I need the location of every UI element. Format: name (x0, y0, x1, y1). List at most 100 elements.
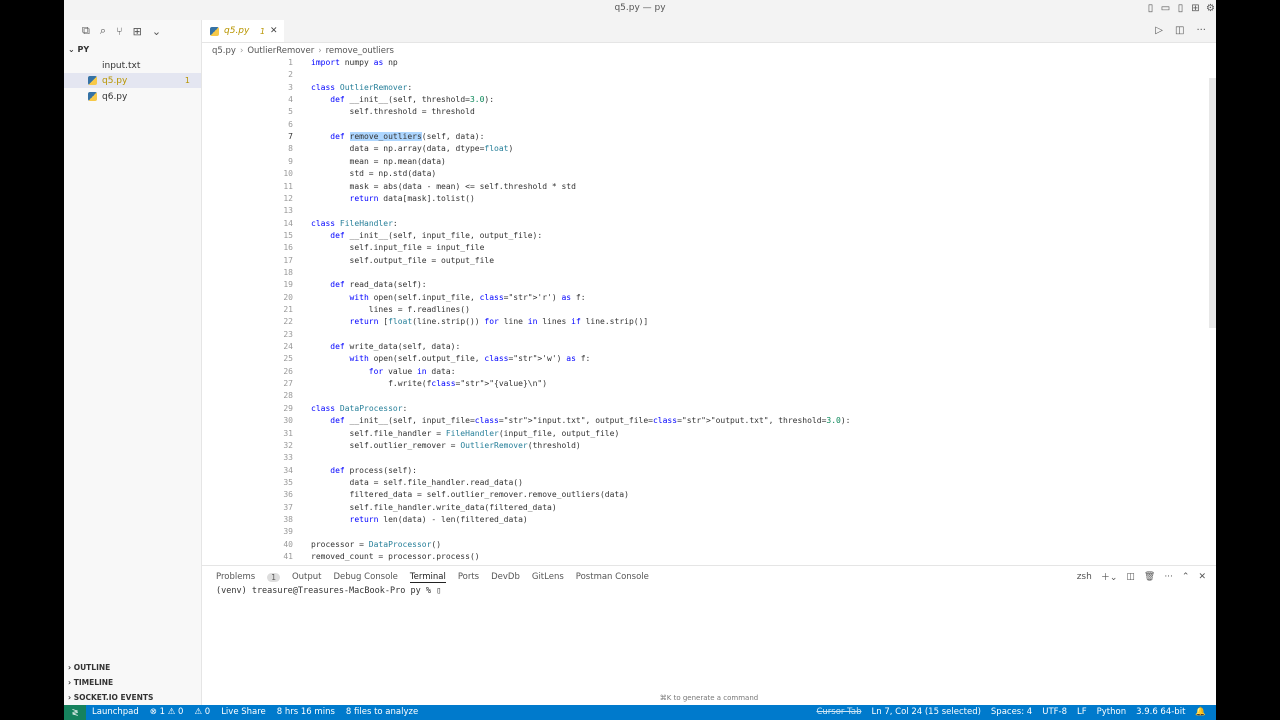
trash-icon[interactable]: 🗑 (1144, 572, 1155, 582)
code-line[interactable]: 2 (202, 70, 1202, 82)
code-line[interactable]: 38 return len(data) - len(filtered_data) (202, 515, 1202, 527)
code-line[interactable]: 16 self.input_file = input_file (202, 243, 1202, 255)
status-item-right-2[interactable]: UTF-8 (1042, 707, 1067, 717)
status-item-left-3[interactable]: Live Share (221, 707, 266, 717)
code-line[interactable]: 1 import numpy as np (202, 58, 1202, 70)
code-line[interactable]: 7 def remove_outliers(self, data): (202, 132, 1202, 144)
toggle-sidebar-icon[interactable]: ▯ (1145, 3, 1156, 14)
bell-icon[interactable]: 🔔 (1195, 707, 1206, 717)
outline-section[interactable]: › OUTLINE (68, 663, 110, 672)
code-line[interactable]: 14 class FileHandler: (202, 219, 1202, 231)
close-icon[interactable]: ✕ (270, 26, 278, 36)
layout-icon[interactable]: ⊞ (1190, 3, 1201, 14)
search-icon[interactable]: ⌕ (100, 24, 106, 38)
status-item-left-4[interactable]: 8 hrs 16 mins (277, 707, 335, 717)
code-line[interactable]: 25 with open(self.output_file, class="st… (202, 354, 1202, 366)
code-line[interactable]: 11 mask = abs(data - mean) <= self.thres… (202, 182, 1202, 194)
code-line[interactable]: 4 def __init__(self, threshold=3.0): (202, 95, 1202, 107)
code-line[interactable]: 23 (202, 330, 1202, 342)
panel-tab-debug-console[interactable]: Debug Console (334, 572, 398, 582)
toggle-secondary-sidebar-icon[interactable]: ▯ (1175, 3, 1186, 14)
code-line[interactable]: 34 def process(self): (202, 466, 1202, 478)
code-line[interactable]: 18 (202, 268, 1202, 280)
split-editor-icon[interactable]: ◫ (1175, 25, 1184, 36)
socketio-events-section[interactable]: › SOCKET.IO EVENTS (68, 693, 153, 702)
file-input-txt[interactable]: input.txt (64, 58, 201, 73)
code-line[interactable]: 26 for value in data: (202, 367, 1202, 379)
cursor-tab-status[interactable]: Cursor Tab (816, 707, 861, 717)
panel-tab-gitlens[interactable]: GitLens (532, 572, 564, 582)
code-line[interactable]: 35 data = self.file_handler.read_data() (202, 478, 1202, 490)
code-line[interactable]: 21 lines = f.readlines() (202, 305, 1202, 317)
code-line[interactable]: 32 self.outlier_remover = OutlierRemover… (202, 441, 1202, 453)
status-item-left-5[interactable]: 8 files to analyze (346, 707, 418, 717)
settings-gear-icon[interactable]: ⚙ (1205, 3, 1216, 14)
code-line[interactable]: 19 def read_data(self): (202, 280, 1202, 292)
panel-tab-ports[interactable]: Ports (458, 572, 479, 582)
breadcrumb-file[interactable]: q5.py (212, 46, 236, 56)
code-line[interactable]: 13 (202, 206, 1202, 218)
toggle-panel-icon[interactable]: ▭ (1160, 3, 1171, 14)
panel-tab-devdb[interactable]: DevDb (491, 572, 520, 582)
code-line[interactable]: 41 removed_count = processor.process() (202, 552, 1202, 561)
code-line[interactable]: 29 class DataProcessor: (202, 404, 1202, 416)
code-editor[interactable]: 1 import numpy as np 2 3 class OutlierRemove… (202, 58, 1202, 561)
add-terminal-icon[interactable]: ＋⌄ (1101, 570, 1118, 583)
code-line[interactable]: 22 return [float(line.strip()) for line … (202, 317, 1202, 329)
code-line[interactable]: 31 self.file_handler = FileHandler(input… (202, 429, 1202, 441)
status-item-right-4[interactable]: Python (1097, 707, 1126, 717)
code-line[interactable]: 27 f.write(fclass="str">"{value}\n") (202, 379, 1202, 391)
code-line[interactable]: 39 (202, 527, 1202, 539)
folder-py[interactable]: ⌄ PY (68, 45, 89, 54)
terminal[interactable]: (venv) treasure@Treasures-MacBook-Pro py… (216, 586, 441, 596)
code-line[interactable]: 20 with open(self.input_file, class="str… (202, 293, 1202, 305)
close-panel-icon[interactable]: ✕ (1198, 572, 1206, 582)
code-line[interactable]: 3 class OutlierRemover: (202, 83, 1202, 95)
more-actions-icon[interactable]: ··· (1164, 572, 1173, 582)
code-line[interactable]: 36 filtered_data = self.outlier_remover.… (202, 490, 1202, 502)
terminal-shell-label[interactable]: zsh (1077, 572, 1092, 582)
run-icon[interactable]: ▷ (1155, 25, 1163, 36)
status-item-left-0[interactable]: Launchpad (92, 707, 139, 717)
more-actions-icon[interactable]: ··· (1196, 25, 1206, 36)
breadcrumb-class[interactable]: OutlierRemover (247, 46, 314, 56)
code-line[interactable]: 24 def write_data(self, data): (202, 342, 1202, 354)
panel-tab-output[interactable]: Output (292, 572, 322, 582)
code-line[interactable]: 8 data = np.array(data, dtype=float) (202, 144, 1202, 156)
file-q5-py[interactable]: q5.py 1 (64, 73, 201, 88)
code-line[interactable]: 9 mean = np.mean(data) (202, 157, 1202, 169)
chevron-down-icon[interactable]: ⌄ (152, 25, 161, 38)
tab-q5-py[interactable]: q5.py 1 ✕ (202, 20, 284, 42)
terminal-cursor: ▯ (436, 586, 442, 596)
panel-tab-problems[interactable]: Problems (216, 572, 255, 582)
code-line[interactable]: 40 processor = DataProcessor() (202, 540, 1202, 552)
panel-tab-terminal[interactable]: Terminal (409, 572, 446, 583)
breadcrumb-method[interactable]: remove_outliers (326, 46, 394, 56)
status-item-right-5[interactable]: 3.9.6 64-bit (1136, 707, 1185, 717)
file-q6-py[interactable]: q6.py (64, 89, 201, 104)
remote-icon[interactable]: ≷ (64, 705, 86, 720)
code-line[interactable]: 33 (202, 453, 1202, 465)
files-icon[interactable]: ⧉ (82, 24, 90, 38)
code-line[interactable]: 6 (202, 120, 1202, 132)
code-line[interactable]: 5 self.threshold = threshold (202, 107, 1202, 119)
split-terminal-icon[interactable]: ◫ (1126, 572, 1135, 582)
status-item-right-3[interactable]: LF (1077, 707, 1087, 717)
maximize-panel-icon[interactable]: ⌃ (1182, 572, 1190, 582)
timeline-section[interactable]: › TIMELINE (68, 678, 113, 687)
code-line[interactable]: 12 return data[mask].tolist() (202, 194, 1202, 206)
source-control-icon[interactable]: ⑂ (116, 25, 123, 38)
status-item-right-0[interactable]: Ln 7, Col 24 (15 selected) (872, 707, 981, 717)
editor-scrollbar[interactable] (1209, 78, 1216, 328)
status-item-right-1[interactable]: Spaces: 4 (991, 707, 1032, 717)
code-line[interactable]: 17 self.output_file = output_file (202, 256, 1202, 268)
status-item-left-1[interactable]: ⊗ 1 ⚠ 0 (150, 707, 184, 717)
code-line[interactable]: 30 def __init__(self, input_file=class="… (202, 416, 1202, 428)
panel-tab-postman-console[interactable]: Postman Console (576, 572, 649, 582)
code-line[interactable]: 10 std = np.std(data) (202, 169, 1202, 181)
status-item-left-2[interactable]: ⚠ 0 (194, 707, 210, 717)
code-line[interactable]: 28 (202, 391, 1202, 403)
code-line[interactable]: 37 self.file_handler.write_data(filtered… (202, 503, 1202, 515)
code-line[interactable]: 15 def __init__(self, input_file, output… (202, 231, 1202, 243)
extensions-icon[interactable]: ⊞ (133, 25, 142, 38)
